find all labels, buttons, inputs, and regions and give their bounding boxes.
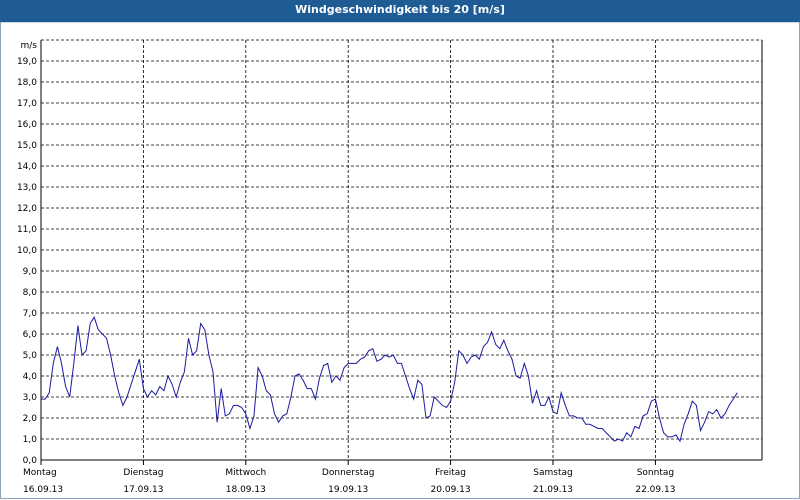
chart-series <box>41 316 738 443</box>
x-date-label: 20.09.13 <box>431 485 471 495</box>
x-day-label: Montag <box>23 468 57 478</box>
wind-speed-chart: 0,0 1,0 2,0 3,0 4,0 5,0 6,0 7,0 8,0 9,0 10,0 11,0 12… <box>17 39 763 495</box>
x-day-label: Sonntag <box>637 468 674 478</box>
x-date-label: 19.09.13 <box>328 485 368 495</box>
y-tick-label: 3,0 <box>23 393 38 403</box>
y-tick-label: 13,0 <box>17 183 37 193</box>
y-tick-label: 15,0 <box>17 141 37 151</box>
y-tick-label: 14,0 <box>17 162 37 172</box>
y-tick-label: 12,0 <box>17 204 37 214</box>
y-tick-label: 10,0 <box>17 246 37 256</box>
y-tick-label: 19,0 <box>17 57 37 67</box>
y-tick-label: 7,0 <box>23 309 38 319</box>
x-date-label: 17.09.13 <box>123 485 163 495</box>
x-date-label: 21.09.13 <box>533 485 573 495</box>
y-axis-label: m/s <box>21 41 38 51</box>
y-tick-label: 9,0 <box>23 267 38 277</box>
y-tick-label: 2,0 <box>23 414 38 424</box>
y-tick-label: 4,0 <box>23 372 38 382</box>
chart-axes <box>40 40 763 465</box>
y-tick-label: 16,0 <box>17 120 37 130</box>
x-date-label: 22.09.13 <box>635 485 675 495</box>
y-tick-label: 5,0 <box>23 351 38 361</box>
x-day-label: Freitag <box>435 468 466 478</box>
x-day-label: Donnerstag <box>322 468 375 478</box>
chart-grid <box>41 39 762 460</box>
y-tick-label: 6,0 <box>23 330 38 340</box>
y-tick-label: 18,0 <box>17 78 37 88</box>
y-tick-label: 8,0 <box>23 288 38 298</box>
x-day-label: Mittwoch <box>225 468 266 478</box>
x-day-label: Dienstag <box>123 468 163 478</box>
y-tick-label: 11,0 <box>17 225 37 235</box>
x-day-label: Samstag <box>533 468 572 478</box>
x-date-label: 18.09.13 <box>226 485 266 495</box>
chart-labels: 0,0 1,0 2,0 3,0 4,0 5,0 6,0 7,0 8,0 9,0 10,0 11,0 12… <box>17 41 675 495</box>
x-date-label: 16.09.13 <box>23 485 63 495</box>
y-tick-label: 1,0 <box>23 435 38 445</box>
y-tick-label: 17,0 <box>17 99 37 109</box>
y-tick-label: 0,0 <box>23 456 38 466</box>
wind-speed-line <box>41 316 738 443</box>
